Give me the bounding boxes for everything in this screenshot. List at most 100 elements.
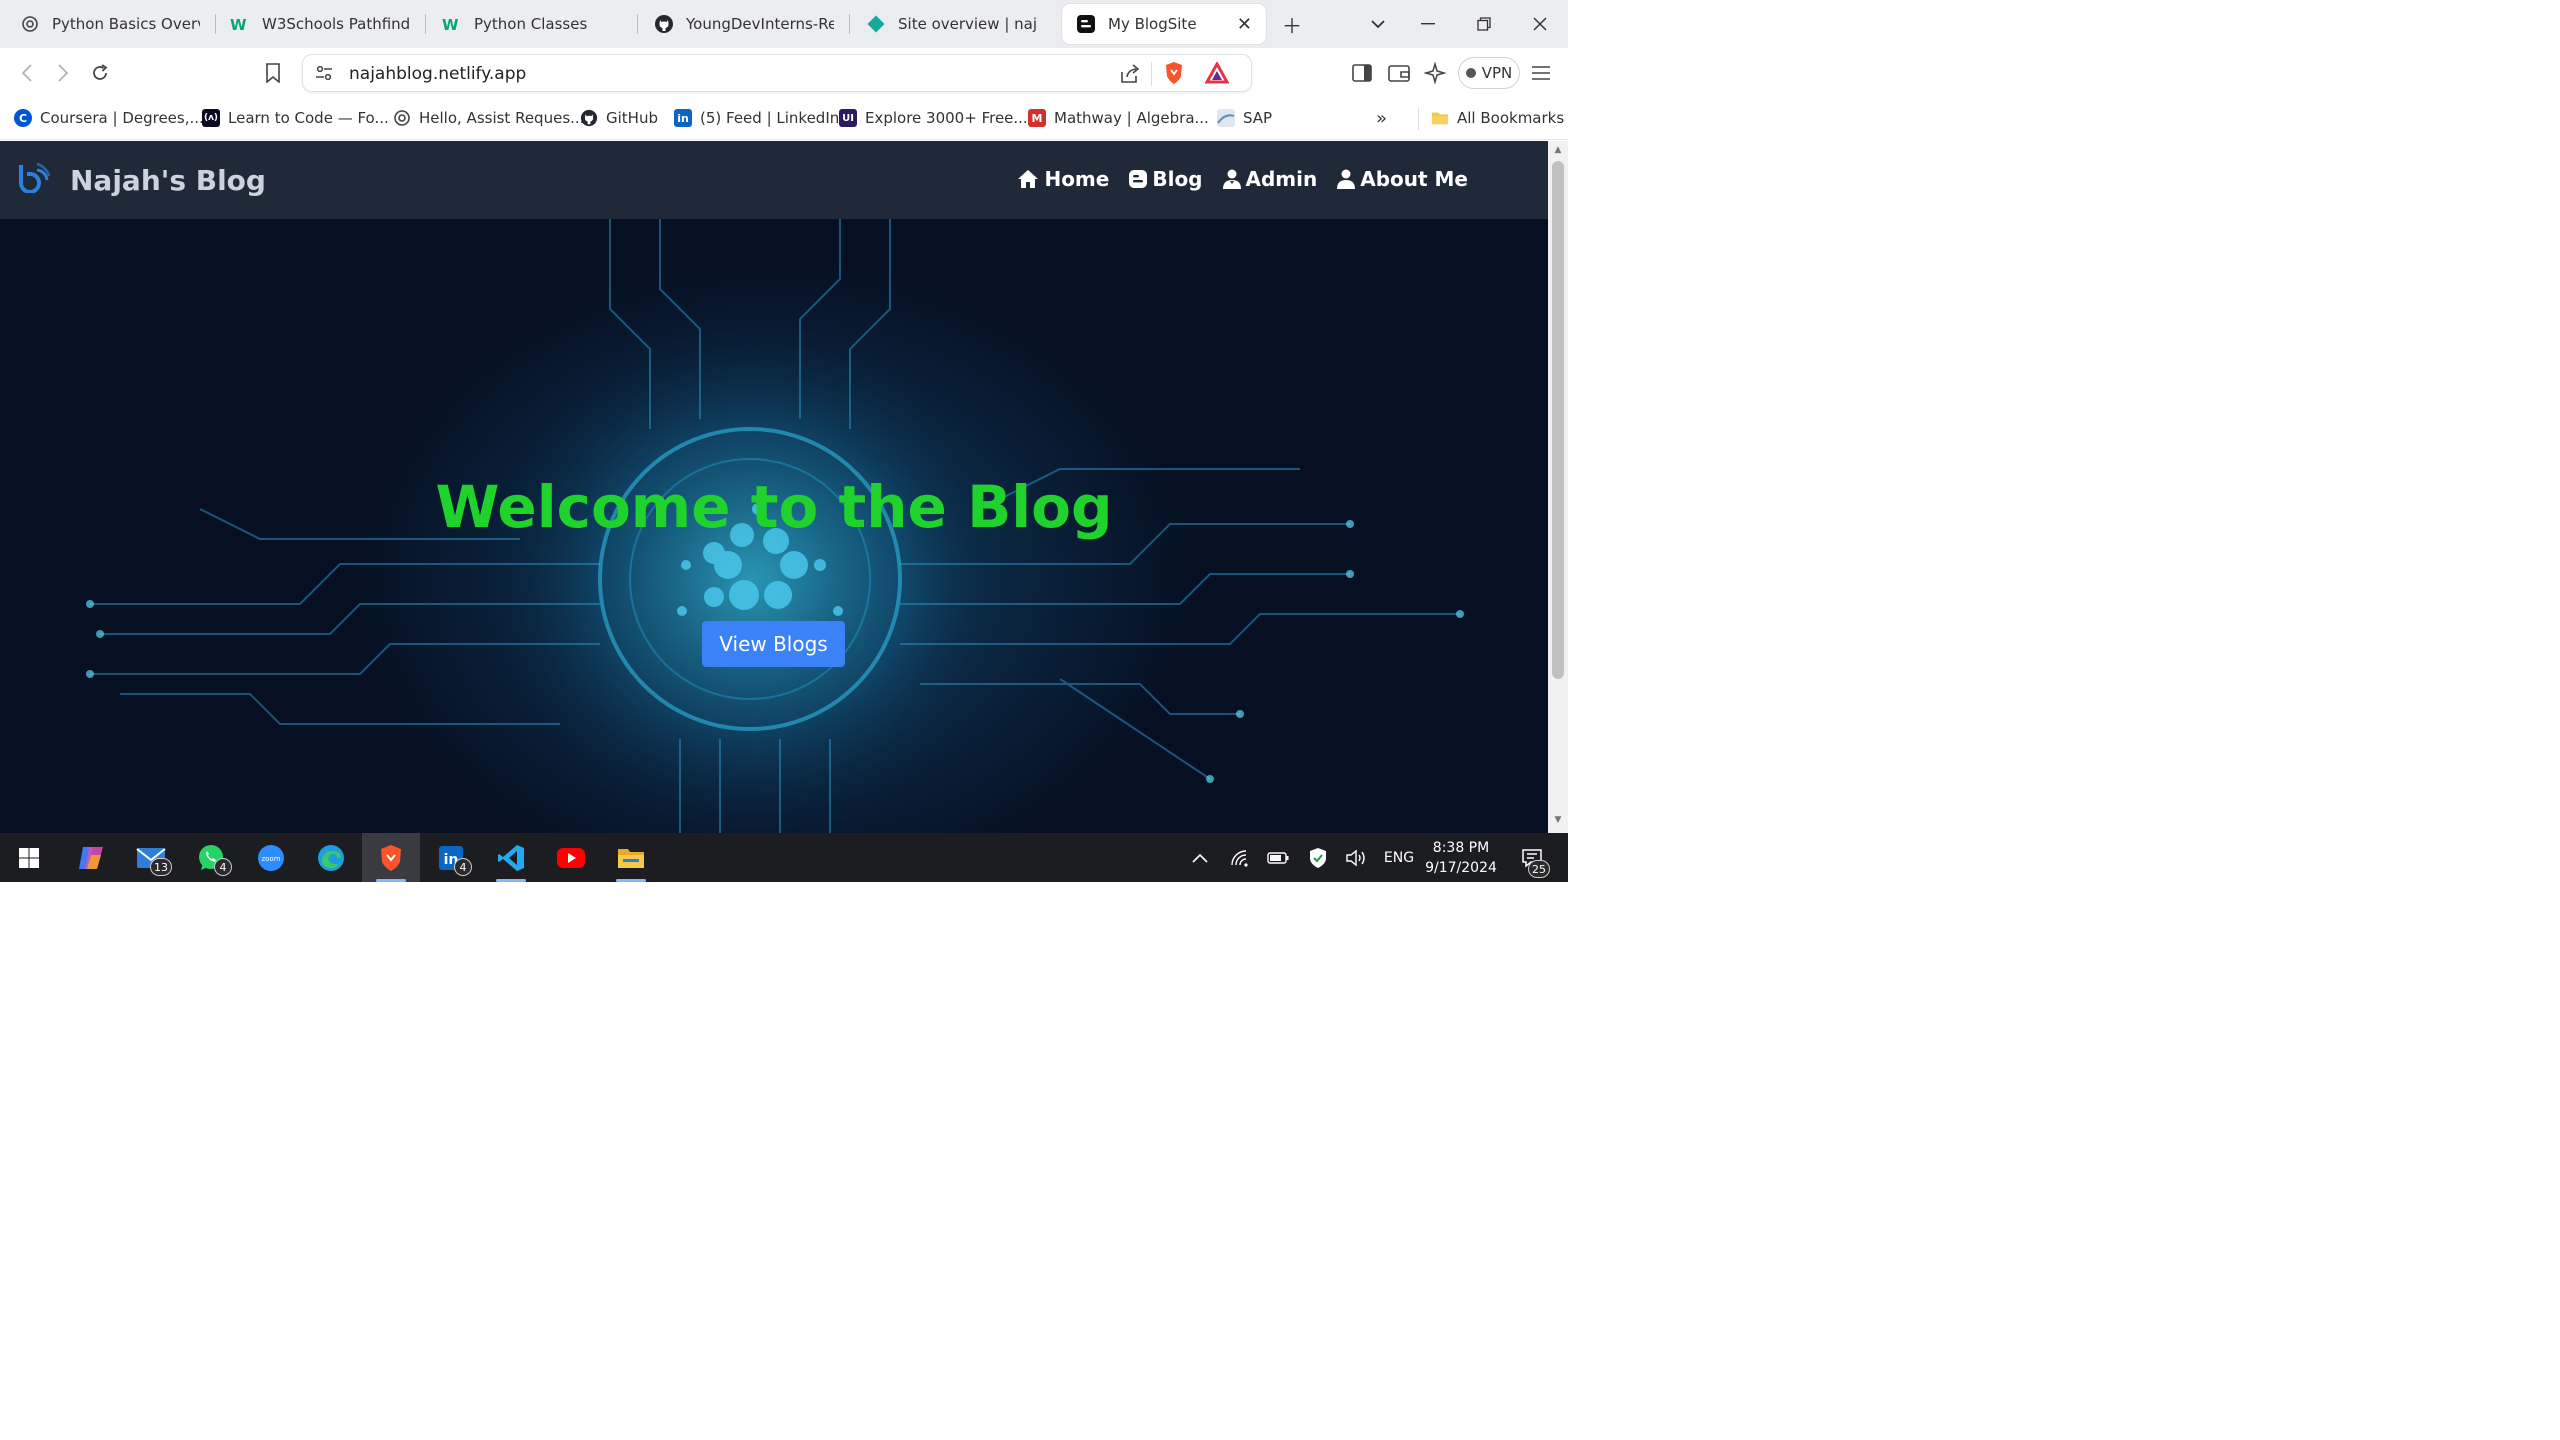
tab-python-classes[interactable]: W Python Classes <box>428 4 636 44</box>
restore-button[interactable] <box>1470 10 1498 38</box>
reload-button[interactable] <box>87 60 113 86</box>
url-text: najahblog.netlify.app <box>349 64 527 84</box>
start-button[interactable] <box>0 833 58 882</box>
scroll-down-icon[interactable]: ▼ <box>1552 815 1564 827</box>
vscode-icon <box>498 844 524 871</box>
youtube-icon <box>557 847 585 868</box>
bookmark-github[interactable]: GitHub <box>580 106 658 130</box>
bookmark-chatgpt[interactable]: Hello, Assist Reques... <box>393 106 584 130</box>
menu-button[interactable] <box>1528 60 1554 86</box>
tab-search-button[interactable] <box>1364 10 1392 38</box>
taskbar-clock[interactable]: 8:38 PM 9/17/2024 <box>1416 838 1506 878</box>
svg-text:W: W <box>442 16 459 32</box>
uiverse-icon: UI <box>839 109 857 127</box>
wallet-button[interactable] <box>1386 60 1412 86</box>
bookmark-freecodecamp[interactable]: (ʌ) Learn to Code — Fo... <box>202 106 389 130</box>
github-icon <box>654 14 674 34</box>
site-settings-icon[interactable] <box>315 64 333 86</box>
close-icon[interactable]: ✕ <box>1237 14 1252 35</box>
w3schools-icon: W <box>230 14 250 34</box>
bookmark-mathway[interactable]: M Mathway | Algebra... <box>1028 106 1209 130</box>
whatsapp-badge: 4 <box>214 858 232 876</box>
taskbar-linkedin[interactable]: in 4 <box>422 833 480 882</box>
tray-overflow-button[interactable] <box>1186 833 1214 882</box>
tab-title: YoungDevInterns-React <box>686 15 834 33</box>
windows-icon <box>19 847 39 868</box>
back-button[interactable] <box>14 60 40 86</box>
taskbar-whatsapp[interactable]: 4 <box>182 833 240 882</box>
tab-title: Python Basics Overview <box>52 15 200 33</box>
nav-about-me[interactable]: About Me <box>1337 167 1468 191</box>
shield-icon <box>1310 847 1326 868</box>
bookmark-page-button[interactable] <box>260 60 286 86</box>
bookmark-label: Hello, Assist Reques... <box>419 109 585 127</box>
taskbar-zoom[interactable]: zoom <box>242 833 300 882</box>
address-bar[interactable]: najahblog.netlify.app <box>302 54 1252 92</box>
bookmark-linkedin[interactable]: in (5) Feed | LinkedIn <box>674 106 839 130</box>
brave-shields-icon[interactable] <box>1163 61 1185 89</box>
taskbar-copilot[interactable] <box>62 833 120 882</box>
tab-site-overview[interactable]: Site overview | najahblo <box>852 4 1052 44</box>
blogger-icon <box>1076 14 1096 34</box>
restore-icon <box>1477 17 1491 31</box>
forward-button[interactable] <box>50 60 76 86</box>
tray-security[interactable] <box>1304 833 1332 882</box>
nav-home[interactable]: Home <box>1017 167 1109 191</box>
taskbar-file-explorer[interactable] <box>602 833 660 882</box>
notification-center-button[interactable]: 25 <box>1514 833 1550 882</box>
sidebar-toggle-button[interactable] <box>1349 60 1375 86</box>
page-scrollbar[interactable]: ▲ ▼ <box>1548 141 1568 833</box>
vpn-label: VPN <box>1481 64 1513 82</box>
bookmark-sap[interactable]: SAP <box>1217 106 1272 130</box>
vpn-button[interactable]: VPN <box>1458 57 1520 89</box>
tray-network[interactable] <box>1226 833 1254 882</box>
chevron-down-icon <box>1371 20 1385 29</box>
taskbar-vscode[interactable] <box>482 833 540 882</box>
divider <box>1151 62 1152 86</box>
notification-badge: 25 <box>1528 860 1550 878</box>
scroll-up-icon[interactable]: ▲ <box>1552 145 1564 157</box>
share-icon[interactable] <box>1119 63 1141 89</box>
brave-rewards-icon[interactable] <box>1204 60 1230 88</box>
mathway-icon: M <box>1028 109 1046 127</box>
home-icon <box>1018 170 1039 188</box>
bookmarks-overflow-button[interactable]: » <box>1376 106 1387 130</box>
hero-title: Welcome to the Blog <box>435 473 1113 541</box>
tray-battery[interactable] <box>1264 833 1292 882</box>
bookmark-coursera[interactable]: C Coursera | Degrees,... <box>14 106 204 130</box>
all-bookmarks-button[interactable]: All Bookmarks <box>1431 106 1564 130</box>
close-window-button[interactable] <box>1526 10 1554 38</box>
site-nav-links: Home Blog Admin About Me <box>1017 167 1468 191</box>
nav-admin[interactable]: Admin <box>1222 167 1317 191</box>
new-tab-button[interactable]: ＋ <box>1278 10 1306 38</box>
scrollbar-thumb[interactable] <box>1552 161 1564 679</box>
tray-volume[interactable] <box>1342 833 1370 882</box>
folder-icon <box>618 848 644 868</box>
tab-python-basics[interactable]: Python Basics Overview <box>6 4 214 44</box>
svg-text:W: W <box>230 16 247 32</box>
back-arrow-icon <box>21 64 32 82</box>
leo-ai-button[interactable] <box>1422 60 1448 86</box>
nav-blog[interactable]: Blog <box>1129 167 1203 191</box>
minimize-button[interactable] <box>1414 10 1442 38</box>
tab-my-blogsite[interactable]: My BlogSite ✕ <box>1062 4 1266 44</box>
taskbar-edge[interactable] <box>302 833 360 882</box>
bookmark-uiverse[interactable]: UI Explore 3000+ Free... <box>839 106 1028 130</box>
tab-youngdevinterns[interactable]: YoungDevInterns-React <box>640 4 848 44</box>
view-blogs-button[interactable]: View Blogs <box>702 621 845 667</box>
battery-icon <box>1267 851 1289 864</box>
chevron-up-icon <box>1192 853 1208 863</box>
nav-label: Home <box>1044 167 1110 191</box>
tab-w3schools-pathfinder[interactable]: W W3Schools Pathfinder <box>216 4 424 44</box>
active-indicator <box>376 879 406 882</box>
sidebar-icon <box>1352 64 1372 82</box>
brand[interactable]: Najah's Blog <box>18 162 266 197</box>
tray-language[interactable]: ENG <box>1380 833 1418 882</box>
mail-badge: 13 <box>150 858 172 876</box>
tab-title: Site overview | najahblo <box>898 15 1038 33</box>
taskbar-brave[interactable] <box>362 833 420 882</box>
bookmark-label: Explore 3000+ Free... <box>865 109 1028 127</box>
taskbar-youtube[interactable] <box>542 833 600 882</box>
taskbar-mail[interactable]: 13 <box>122 833 180 882</box>
open-indicator <box>616 879 646 882</box>
